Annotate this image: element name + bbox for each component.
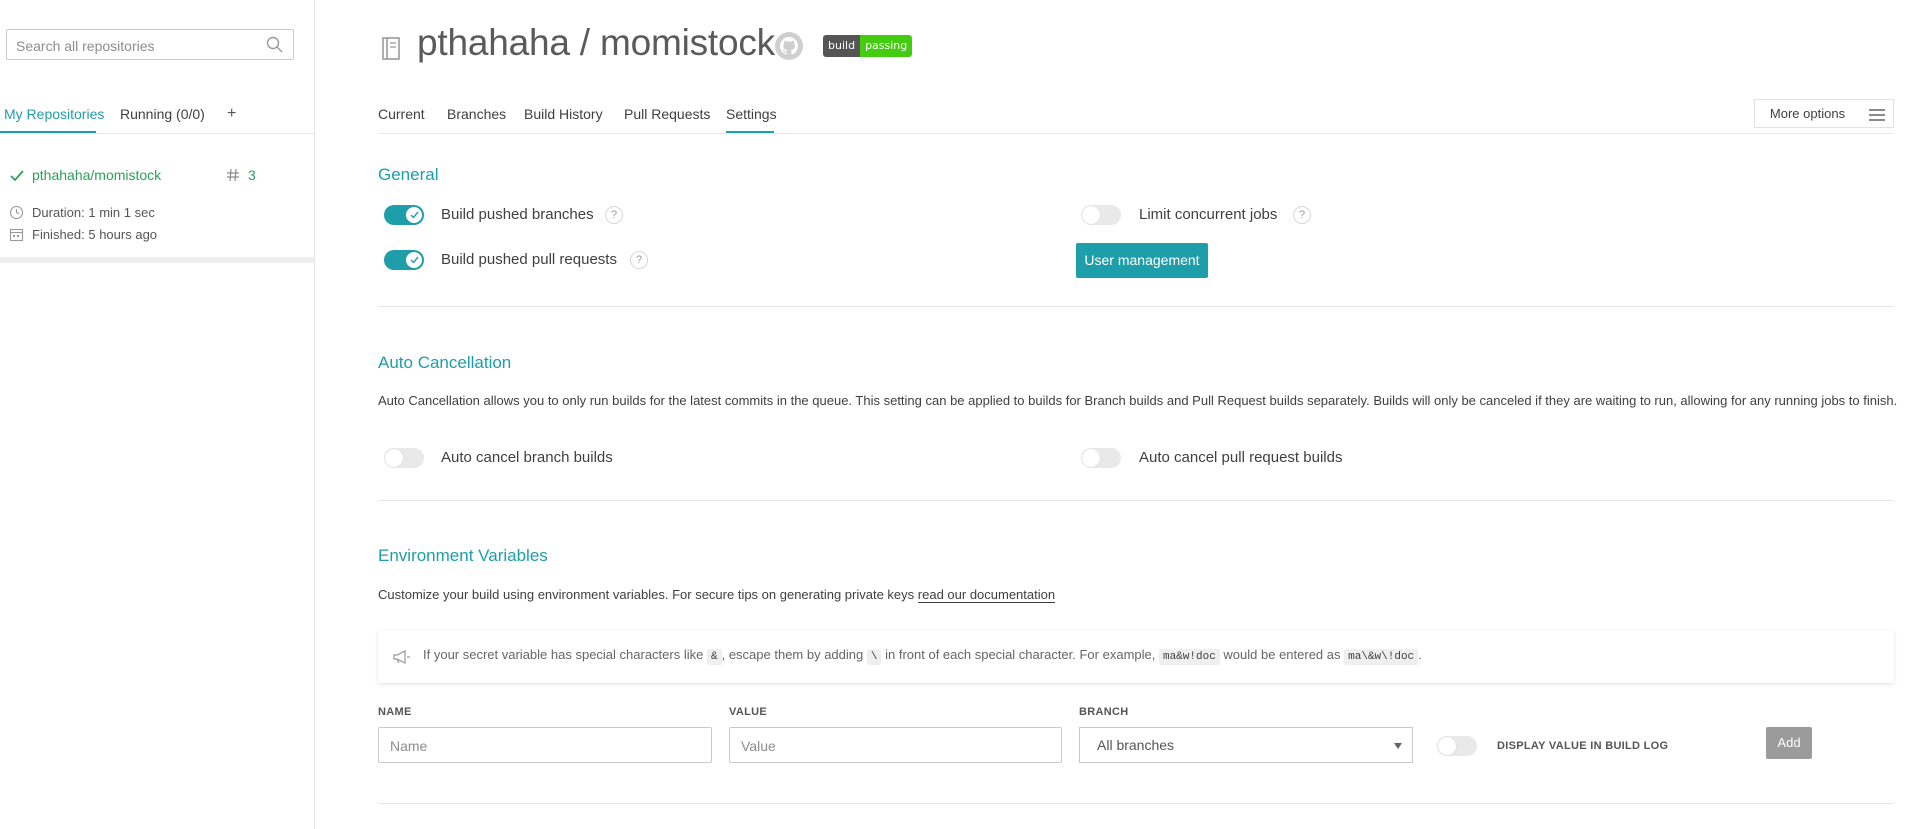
label-build-pushed-pull-requests: Build pushed pull requests [441, 251, 617, 268]
tab-settings[interactable]: Settings [726, 106, 777, 122]
tip-text: If your secret variable has special char… [423, 647, 1422, 665]
env-vars-description-text: Customize your build using environment v… [378, 587, 915, 602]
add-repository-button[interactable]: + [227, 105, 236, 123]
branch-select[interactable]: All branches [1079, 727, 1413, 763]
repo-title: pthahaha / momistock [417, 22, 775, 63]
user-management-button[interactable]: User management [1076, 243, 1208, 278]
documentation-link[interactable]: read our documentation [917, 587, 1056, 603]
tip-box: If your secret variable has special char… [378, 631, 1894, 683]
branch-select-value: All branches [1097, 737, 1175, 753]
toggle-build-pushed-branches[interactable] [384, 205, 424, 225]
section-title-environment-variables: Environment Variables [378, 546, 548, 565]
env-vars-description: Customize your build using environment v… [378, 585, 1056, 605]
more-options-button[interactable]: More options [1754, 99, 1861, 128]
divider [378, 306, 1894, 307]
tab-pull-requests[interactable]: Pull Requests [624, 106, 710, 122]
value-field[interactable] [729, 727, 1062, 763]
megaphone-icon [393, 650, 410, 664]
add-button[interactable]: Add [1766, 727, 1812, 759]
build-duration: Duration: 1 min 1 sec [32, 205, 155, 220]
auto-cancellation-description: Auto Cancellation allows you to only run… [378, 393, 1898, 408]
divider [378, 133, 1894, 134]
code-snippet: \ [866, 649, 882, 665]
repo-book-icon [382, 37, 400, 60]
clock-icon [9, 205, 24, 220]
badge-label: build [823, 35, 861, 57]
search-icon[interactable] [266, 36, 283, 53]
label-value: VALUE [729, 706, 767, 718]
tab-running[interactable]: Running (0/0) [120, 106, 205, 122]
divider [0, 133, 314, 134]
divider [0, 257, 314, 263]
repo-search-box[interactable] [6, 29, 294, 60]
name-field[interactable] [378, 727, 712, 763]
build-finished: Finished: 5 hours ago [32, 227, 158, 242]
menu-icon[interactable] [1860, 99, 1894, 128]
repo-link[interactable]: pthahaha/momistock [32, 167, 161, 183]
help-icon[interactable]: ? [1293, 206, 1311, 224]
toggle-auto-cancel-branch-builds[interactable] [384, 448, 424, 468]
check-icon [410, 211, 419, 219]
section-title-auto-cancellation: Auto Cancellation [378, 353, 512, 372]
sidebar: My Repositories Running (0/0) + pthahaha… [0, 0, 315, 829]
toggle-display-value-in-build-log[interactable] [1437, 736, 1477, 756]
tab-build-history[interactable]: Build History [524, 106, 603, 122]
toggle-build-pushed-pull-requests[interactable] [384, 250, 424, 270]
toggle-auto-cancel-pull-request-builds[interactable] [1081, 448, 1121, 468]
help-icon[interactable]: ? [630, 251, 648, 269]
calendar-icon [9, 228, 24, 242]
check-icon [10, 170, 24, 182]
value-input[interactable] [739, 729, 1041, 763]
chevron-down-icon [1394, 743, 1402, 749]
label-limit-concurrent-jobs: Limit concurrent jobs [1139, 206, 1278, 223]
divider [378, 500, 1894, 501]
label-branch: BRANCH [1079, 706, 1129, 718]
build-status-badge[interactable]: build passing [823, 35, 913, 57]
code-snippet: & [706, 649, 722, 665]
label-auto-cancel-pull-request-builds: Auto cancel pull request builds [1139, 449, 1343, 466]
hash-icon [227, 168, 239, 182]
divider [378, 803, 1894, 804]
code-snippet: ma\&w\!doc [1344, 649, 1419, 665]
code-snippet: ma&w!doc [1158, 649, 1220, 665]
label-name: NAME [378, 706, 412, 718]
label-auto-cancel-branch-builds: Auto cancel branch builds [441, 449, 613, 466]
label-build-pushed-branches: Build pushed branches [441, 206, 594, 223]
tab-my-repositories[interactable]: My Repositories [4, 106, 104, 122]
name-input[interactable] [388, 729, 691, 763]
label-display-value-in-build-log: DISPLAY VALUE IN BUILD LOG [1497, 740, 1669, 752]
build-number[interactable]: 3 [248, 167, 256, 183]
repo-search-input[interactable] [14, 31, 258, 60]
section-title-general: General [378, 165, 439, 184]
toggle-limit-concurrent-jobs[interactable] [1081, 205, 1121, 225]
tab-branches[interactable]: Branches [447, 106, 506, 122]
badge-status: passing [860, 35, 913, 57]
check-icon [410, 256, 419, 264]
tab-current[interactable]: Current [378, 106, 425, 122]
help-icon[interactable]: ? [605, 206, 623, 224]
github-icon[interactable] [774, 31, 804, 61]
